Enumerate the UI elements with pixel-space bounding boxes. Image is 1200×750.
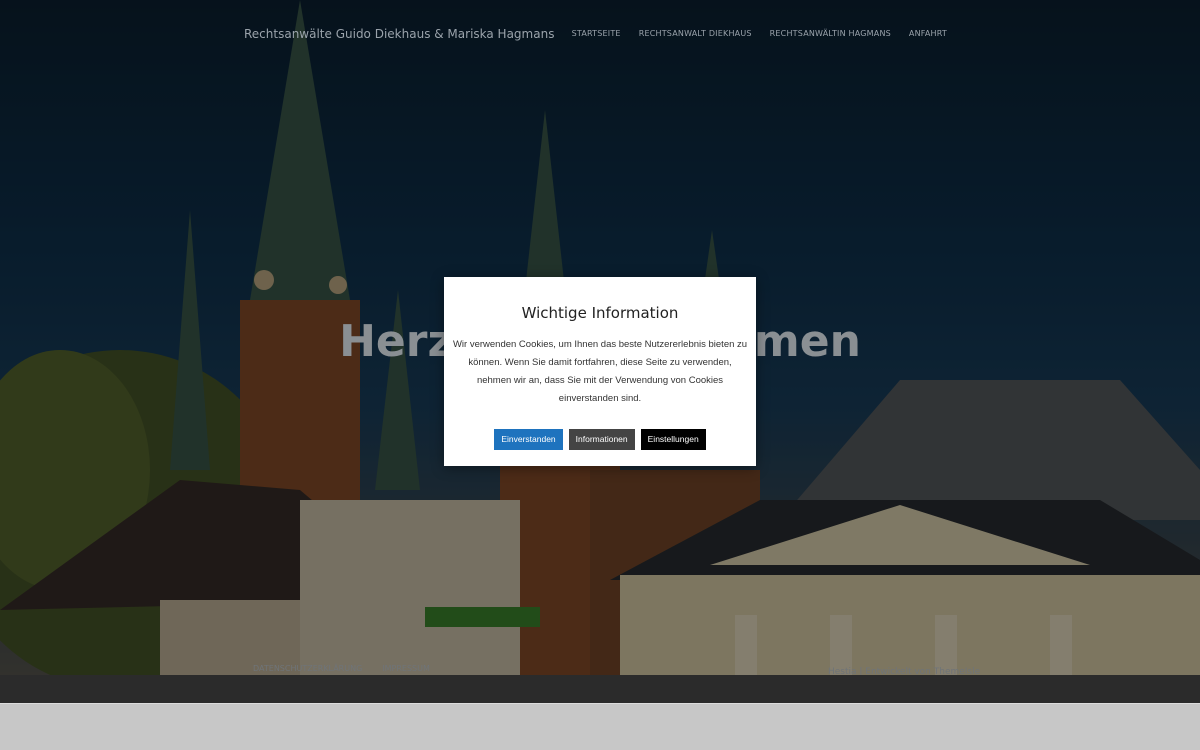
nav-link-rechtsanwalt-diekhaus[interactable]: RECHTSANWALT DIEKHAUS xyxy=(639,29,752,38)
top-navbar: Rechtsanwälte Guido Diekhaus & Mariska H… xyxy=(0,0,1200,68)
footer-link-datenschutz[interactable]: DATENSCHUTZERKLÄRUNG xyxy=(253,664,362,673)
cookie-consent-modal: Wichtige Information Wir verwenden Cooki… xyxy=(444,277,756,466)
main-nav: STARTSEITE RECHTSANWALT DIEKHAUS RECHTSA… xyxy=(572,29,947,38)
footer-link-impressum[interactable]: IMPRESSUM xyxy=(382,664,430,673)
footer-links: DATENSCHUTZERKLÄRUNG IMPRESSUM xyxy=(253,664,430,673)
footer-band xyxy=(0,675,1200,703)
settings-button[interactable]: Einstellungen xyxy=(640,429,706,450)
site-brand[interactable]: Rechtsanwälte Guido Diekhaus & Mariska H… xyxy=(244,27,554,41)
modal-button-row: Einverstanden Informationen Einstellunge… xyxy=(444,429,756,450)
nav-link-startseite[interactable]: STARTSEITE xyxy=(572,29,621,38)
page-bottom-area xyxy=(0,703,1200,750)
information-button[interactable]: Informationen xyxy=(568,429,635,450)
nav-link-anfahrt[interactable]: ANFAHRT xyxy=(909,29,947,38)
nav-link-rechtsanwaeltin-hagmans[interactable]: RECHTSANWÄLTIN HAGMANS xyxy=(770,29,891,38)
accept-cookies-button[interactable]: Einverstanden xyxy=(494,429,563,450)
modal-text: Wir verwenden Cookies, um Ihnen das best… xyxy=(452,339,748,404)
modal-title: Wichtige Information xyxy=(521,304,679,322)
footer-credit: Hestia | Entwickelt von ThemeIsle xyxy=(828,667,981,675)
